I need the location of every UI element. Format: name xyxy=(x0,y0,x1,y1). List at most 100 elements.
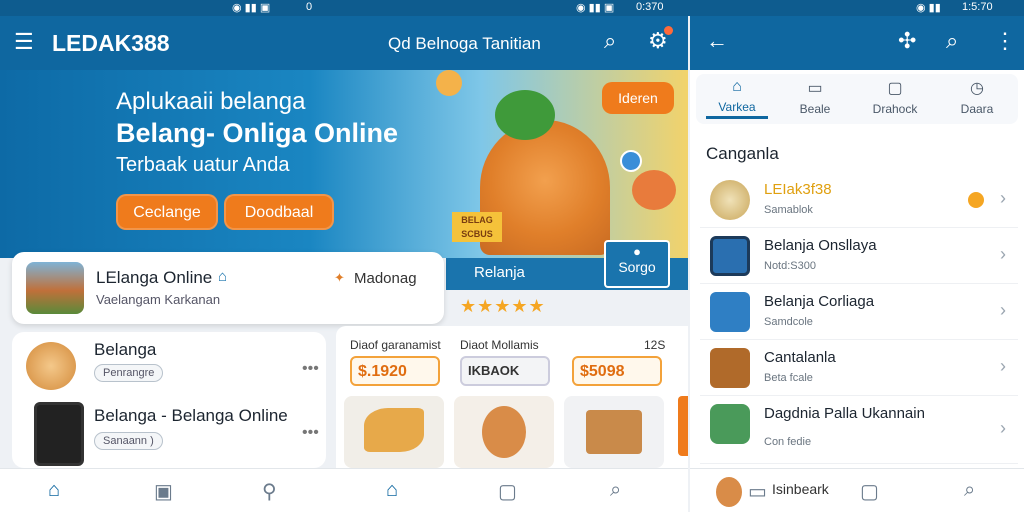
home-icon: ⌂ xyxy=(218,268,228,285)
signal-icon-mid: ◉ ▮▮ ▣ xyxy=(576,2,615,14)
card-meta: Madonag xyxy=(354,270,417,287)
product-1-price[interactable]: $.1920 xyxy=(350,356,440,386)
tag-nav-icon[interactable]: ▭ xyxy=(748,479,767,504)
row-4-thumb xyxy=(710,348,750,388)
right-row-2[interactable]: Belanja Onsllaya Notd:S300 › xyxy=(700,228,1018,284)
section-title: Canganla xyxy=(706,144,779,163)
tab-daara[interactable]: ◷ Daara xyxy=(942,78,1012,116)
tab-daara-icon: ◷ xyxy=(970,80,984,97)
tab-varkea-label: Varkea xyxy=(718,100,756,114)
product-grid: Diaof garanamist $.1920 Diaot Mollamis I… xyxy=(336,326,688,468)
banner-line1: Aplukaaii belanga xyxy=(116,88,306,115)
row-5-title: Dagdnia Palla Ukannain xyxy=(764,405,925,422)
row-1-thumb xyxy=(710,180,750,220)
row-2-sub: Notd:S300 xyxy=(764,260,816,272)
right-row-3[interactable]: Belanja Corliaga Samdcole › xyxy=(700,284,1018,340)
status-time-mid: 0:370 xyxy=(636,1,664,13)
row-3-thumb xyxy=(710,292,750,332)
list-item-2-chip[interactable]: Sanaann ) xyxy=(94,432,163,450)
house-image xyxy=(26,262,84,314)
product-2-label: Diaot Mollamis xyxy=(460,338,539,352)
tab-drahock[interactable]: ▢ Drahock xyxy=(860,78,930,116)
signal-icon: ◉ ▮▮ ▣ xyxy=(232,2,271,14)
right-row-4[interactable]: Cantalanla Beta fcale › xyxy=(700,340,1018,396)
tab-beale[interactable]: ▭ Beale xyxy=(780,78,850,116)
right-row-1[interactable]: LEIak3f38 Samablok › xyxy=(700,172,1018,228)
ball-icon xyxy=(620,150,642,172)
status-time-left: 0 xyxy=(306,1,313,13)
mid-tab-label[interactable]: Relanja xyxy=(474,264,525,281)
home-nav-icon[interactable]: ⌂ xyxy=(48,479,60,502)
tab-varkea[interactable]: ⌂ Varkea xyxy=(702,78,772,114)
card-subtitle: Vaelangam Karkanan xyxy=(96,292,221,307)
list-item-1-title[interactable]: Belanga xyxy=(94,340,156,360)
product-2-image[interactable] xyxy=(454,396,554,468)
tab-beale-label: Beale xyxy=(799,102,831,116)
banner-button-2[interactable]: Doodbaal xyxy=(224,194,334,230)
sorgo-button[interactable]: ● Sorgo xyxy=(604,240,670,288)
row-4-title: Cantalanla xyxy=(764,349,836,366)
signal-icon-right: ◉ ▮▮ xyxy=(916,2,941,14)
row-1-title: LEIak3f38 xyxy=(764,181,832,198)
food-icon xyxy=(436,70,462,96)
card-title: LElanga Online xyxy=(96,268,213,287)
row-4-sub: Beta fcale xyxy=(764,372,813,384)
banner-line2: Belang- Onliga Online xyxy=(116,118,399,148)
more-icon-2[interactable]: ••• xyxy=(302,424,319,442)
menu-icon[interactable]: ☰ xyxy=(14,29,34,55)
right-row-5[interactable]: Dagdnia Palla Ukannain Con fedie › xyxy=(700,396,1018,464)
promo-tag: BELAG SCBUS xyxy=(452,212,502,242)
home-nav-icon-mid[interactable]: ⌂ xyxy=(386,479,398,502)
search-nav-icon-right[interactable]: ⌕ xyxy=(964,479,975,502)
brand-title: LEDAK388 xyxy=(52,30,170,56)
tab-daara-label: Daara xyxy=(960,102,994,116)
row-1-badge xyxy=(968,192,984,208)
nav-label[interactable]: Isinbeark xyxy=(772,481,829,497)
bottom-nav: ⌂ ▣ ⚲ ⌂ ▢ ⌕ xyxy=(0,468,688,512)
more-icon[interactable]: ⋮ xyxy=(994,28,1016,54)
list-item-2-title[interactable]: Belanga - Belanga Online xyxy=(94,406,288,426)
search-icon-right[interactable]: ⌕ xyxy=(946,28,958,54)
grid-nav-icon[interactable]: ▣ xyxy=(154,479,173,504)
banner-button-1[interactable]: Ceclange xyxy=(116,194,218,230)
cart-nav-icon[interactable]: ▢ xyxy=(498,479,517,504)
profile-nav-icon[interactable]: ⚲ xyxy=(262,479,277,504)
shop-card[interactable]: LElanga Online ⌂ Vaelangam Karkanan ✦ Ma… xyxy=(12,252,444,324)
shrimp-icon xyxy=(632,170,676,210)
status-bar: ◉ ▮▮ ▣ 0 ◉ ▮▮ ▣ 0:370 ◉ ▮▮ 1:5:70 xyxy=(0,0,1024,16)
tab-drahock-icon: ▢ xyxy=(887,80,903,97)
tab-varkea-icon: ⌂ xyxy=(732,78,742,95)
app-bar-right: ← ✣ ⌕ ⋮ xyxy=(690,16,1024,70)
promo-banner[interactable]: Aplukaaii belanga Belang- Onliga Online … xyxy=(0,70,688,258)
row-2-thumb xyxy=(710,236,750,276)
product-3-price[interactable]: $5098 xyxy=(572,356,662,386)
search-nav-icon[interactable]: ⌕ xyxy=(610,479,621,502)
search-icon[interactable]: ⌕ xyxy=(604,28,616,54)
back-icon[interactable]: ← xyxy=(706,28,728,54)
row-5-thumb xyxy=(710,404,750,444)
product-2-price[interactable]: IKBAOK xyxy=(460,356,550,386)
phone-image xyxy=(34,402,84,466)
bottom-nav-right: ▭ Isinbeark ▢ ⌕ xyxy=(690,468,1024,512)
rating-stars: ★★★★★ xyxy=(460,296,546,316)
chevron-right-icon: › xyxy=(1000,356,1006,376)
status-time-right: 1:5:70 xyxy=(962,1,993,13)
banner-line3: Terbaak uatur Anda xyxy=(116,154,290,176)
box-nav-icon[interactable]: ▢ xyxy=(860,479,879,504)
chevron-right-icon: › xyxy=(1000,300,1006,320)
row-5-sub: Con fedie xyxy=(764,436,812,448)
tab-beale-icon: ▭ xyxy=(807,80,823,97)
sorgo-label: Sorgo xyxy=(618,259,656,275)
chevron-right-icon: › xyxy=(1000,418,1006,438)
more-icon-1[interactable]: ••• xyxy=(302,360,319,378)
chevron-right-icon: › xyxy=(1000,188,1006,208)
product-3-image[interactable] xyxy=(564,396,664,468)
product-1-image[interactable] xyxy=(344,396,444,468)
list-item-1-chip[interactable]: Penrangre xyxy=(94,364,164,382)
row-1-sub: Samablok xyxy=(764,204,813,216)
puzzle-icon[interactable]: ✣ xyxy=(898,28,916,54)
app-bar: ☰ LEDAK388 Qd Belnoga Tanitian ⌕ ⚙ xyxy=(0,16,688,70)
item-thumb-1 xyxy=(26,342,76,390)
leaves-decoration xyxy=(495,90,555,140)
tab-indicator xyxy=(706,116,768,119)
